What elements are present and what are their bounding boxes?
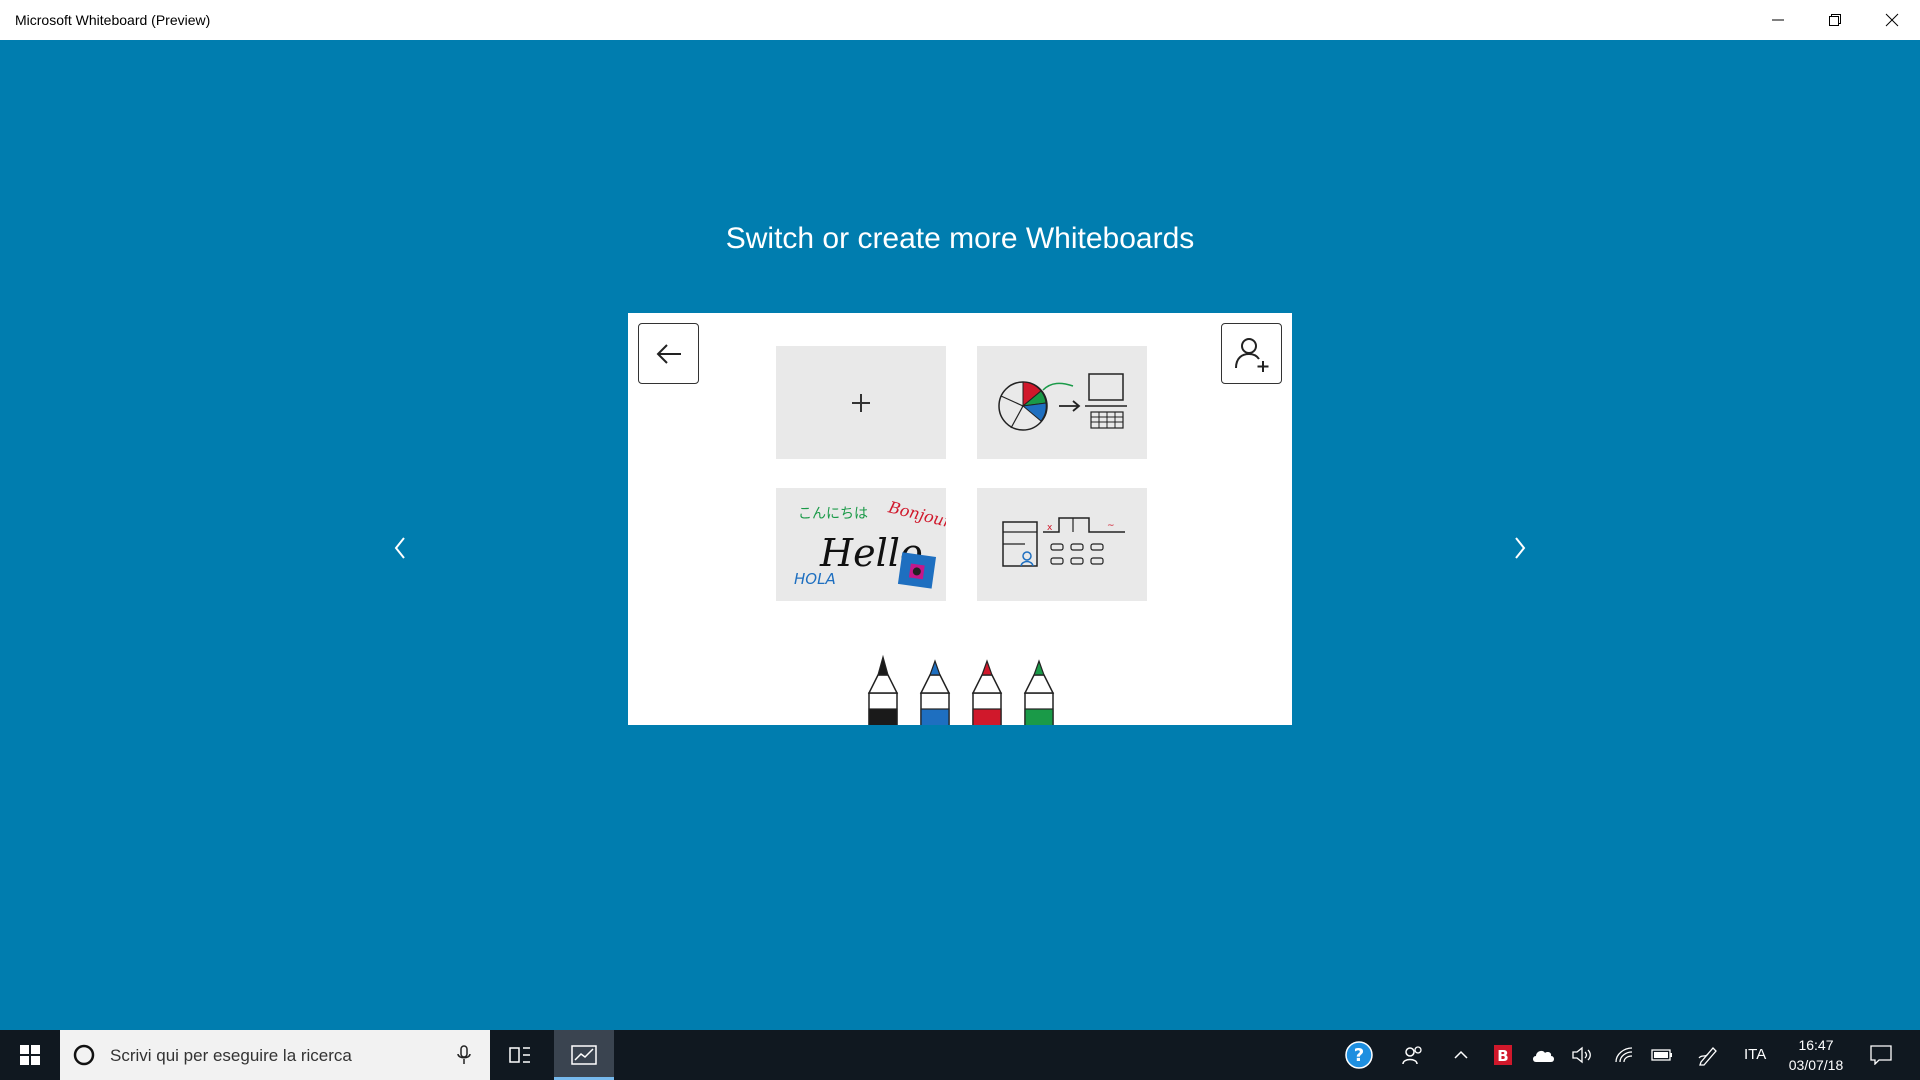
whiteboard-thumbnail-plan: x ~ [977, 488, 1147, 601]
add-person-icon [1234, 337, 1268, 372]
speaker-icon [1572, 1046, 1591, 1064]
clock[interactable]: 16:47 03/07/18 [1780, 1035, 1852, 1075]
marker-pens [867, 654, 1055, 725]
svg-text:B: B [1497, 1047, 1508, 1065]
svg-text:?: ? [1354, 1045, 1364, 1066]
new-whiteboard-tile [776, 346, 946, 459]
whiteboard-thumbnail-chart [977, 346, 1147, 459]
chevron-left-icon [394, 537, 405, 559]
previous-slide-button[interactable] [380, 520, 420, 576]
greeting-es: HOLA [794, 570, 836, 588]
show-hidden-icons-button[interactable] [1448, 1030, 1474, 1080]
chevron-up-icon [1454, 1050, 1468, 1059]
help-button[interactable]: ? [1342, 1030, 1376, 1080]
plus-icon [852, 393, 870, 412]
battery-button[interactable] [1648, 1030, 1676, 1080]
page-title: Switch or create more Whiteboards [725, 222, 1195, 255]
search-placeholder: Scrivi qui per eseguire la ricerca [110, 1046, 352, 1065]
pen-workspace-icon [1698, 1047, 1717, 1066]
windows-start-icon [20, 1045, 40, 1065]
greeting-jp: こんにちは [798, 506, 868, 522]
close-icon [1885, 13, 1898, 27]
onedrive-button[interactable] [1528, 1030, 1558, 1080]
cortana-icon [73, 1044, 95, 1066]
whiteboard-app-icon [571, 1045, 597, 1065]
close-button[interactable] [1863, 0, 1920, 40]
network-button[interactable] [1610, 1030, 1638, 1080]
cloud-icon [1533, 1050, 1554, 1062]
illustration-invite-button [1221, 323, 1282, 384]
main-area: Switch or create more Whiteboards こんにちは … [0, 40, 1920, 1030]
tray-app-b[interactable]: B [1490, 1030, 1516, 1080]
next-slide-button[interactable] [1500, 520, 1540, 576]
svg-text:~: ~ [1107, 521, 1115, 531]
people-icon [1402, 1046, 1422, 1065]
wifi-icon [1615, 1047, 1633, 1063]
onboarding-illustration: こんにちは Bonjour Hello HOLA x ~ [628, 313, 1292, 725]
minimize-icon [1771, 19, 1784, 21]
title-bar: Microsoft Whiteboard (Preview) [0, 0, 1920, 40]
start-button[interactable] [0, 1030, 60, 1080]
hello-sketch: こんにちは Bonjour Hello HOLA [794, 497, 946, 589]
restore-button[interactable] [1806, 0, 1863, 40]
help-icon: ? [1345, 1041, 1373, 1069]
floorplan-sketch-icon: x ~ [1002, 517, 1125, 567]
battery-icon [1651, 1049, 1672, 1061]
greeting-fr: Bonjour [886, 497, 946, 532]
pen-workspace-button[interactable] [1694, 1030, 1722, 1080]
svg-text:x: x [1047, 523, 1053, 533]
input-language-indicator[interactable]: ITA [1744, 1046, 1766, 1063]
volume-button[interactable] [1568, 1030, 1596, 1080]
action-center-button[interactable] [1864, 1030, 1898, 1080]
arrow-left-icon [656, 343, 681, 364]
marker-pen [867, 654, 899, 725]
sticky-note-icon [897, 552, 937, 589]
clock-time: 16:47 [1798, 1037, 1834, 1053]
whiteboard-taskbar-button[interactable] [554, 1030, 614, 1080]
marker-pen [971, 659, 1003, 725]
chevron-right-icon [1515, 537, 1526, 559]
b-app-icon: B [1494, 1045, 1512, 1065]
pie-chart-sketch-icon [998, 373, 1127, 431]
task-view-button[interactable] [496, 1030, 544, 1080]
whiteboard-thumbnail-hello: こんにちは Bonjour Hello HOLA [776, 488, 946, 601]
minimize-button[interactable] [1749, 0, 1806, 40]
microphone-icon[interactable] [452, 1043, 476, 1067]
marker-pen [919, 659, 951, 725]
marker-pen [1023, 659, 1055, 725]
taskbar: Scrivi qui per eseguire la ricerca ? B I… [0, 1030, 1920, 1080]
task-view-icon [509, 1047, 530, 1063]
people-button[interactable] [1396, 1030, 1430, 1080]
notifications-icon [1870, 1045, 1892, 1065]
search-input[interactable]: Scrivi qui per eseguire la ricerca [60, 1030, 490, 1080]
window-title: Microsoft Whiteboard (Preview) [15, 12, 211, 28]
restore-icon [1828, 14, 1841, 26]
clock-date: 03/07/18 [1788, 1057, 1844, 1073]
illustration-back-button [638, 323, 699, 384]
